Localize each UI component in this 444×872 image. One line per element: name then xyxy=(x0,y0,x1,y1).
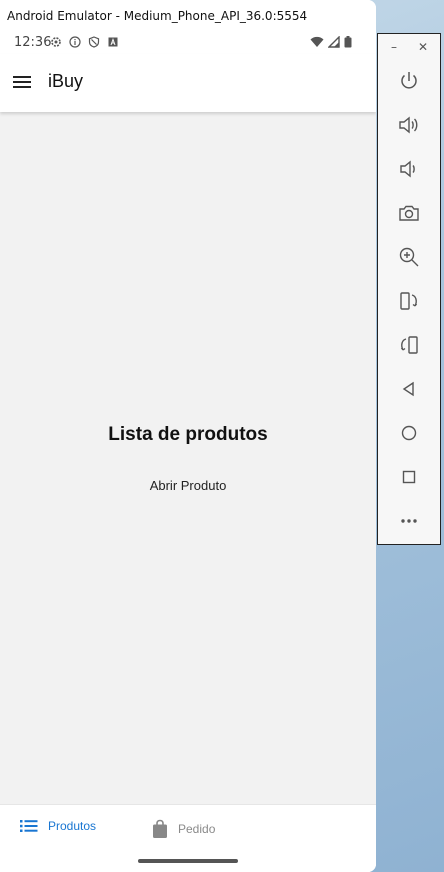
gesture-home-indicator[interactable] xyxy=(138,859,238,863)
status-bar: 12:36 xyxy=(0,32,376,54)
close-button[interactable]: ✕ xyxy=(418,40,428,54)
volume-up-icon[interactable] xyxy=(394,110,424,140)
zoom-in-icon[interactable] xyxy=(394,242,424,272)
font-icon xyxy=(107,36,119,48)
app-bar: iBuy xyxy=(0,54,376,112)
nav-label-pedido: Pedido xyxy=(178,822,216,836)
open-product-button[interactable]: Abrir Produto xyxy=(138,476,238,495)
status-icons-right xyxy=(310,36,352,48)
emulator-window: Android Emulator - Medium_Phone_API_36.0… xyxy=(0,0,376,872)
shopping-bag-icon xyxy=(152,819,168,839)
back-icon[interactable] xyxy=(394,374,424,404)
power-icon[interactable] xyxy=(394,66,424,96)
info-icon xyxy=(69,36,81,48)
shield-icon xyxy=(88,36,100,48)
status-time: 12:36 xyxy=(14,35,52,50)
hamburger-menu-icon[interactable] xyxy=(12,72,32,92)
emulator-side-toolbar: – ✕ xyxy=(377,33,441,545)
nav-item-pedido[interactable]: Pedido xyxy=(152,819,215,839)
nav-item-produtos[interactable]: Produtos xyxy=(20,819,96,833)
page-title: Lista de produtos xyxy=(108,424,268,445)
bottom-navigation: Produtos Pedido xyxy=(0,804,376,872)
app-title: iBuy xyxy=(48,71,84,91)
volume-down-icon[interactable] xyxy=(394,154,424,184)
status-icons-left xyxy=(50,36,119,48)
list-icon xyxy=(20,819,38,833)
home-icon[interactable] xyxy=(394,418,424,448)
battery-icon xyxy=(344,36,352,48)
toolbar-window-controls: – ✕ xyxy=(378,40,440,56)
more-icon[interactable] xyxy=(394,506,424,536)
wifi-icon xyxy=(310,36,324,48)
settings-icon xyxy=(50,36,62,48)
overview-icon[interactable] xyxy=(394,462,424,492)
window-title: Android Emulator - Medium_Phone_API_36.0… xyxy=(0,0,376,32)
phone-screen: 12:36 iBuy Lista de produtos Abrir Produ… xyxy=(0,32,376,872)
camera-icon[interactable] xyxy=(394,198,424,228)
signal-icon xyxy=(328,36,340,48)
nav-label-produtos: Produtos xyxy=(48,819,97,833)
rotate-right-icon[interactable] xyxy=(394,330,424,360)
minimize-button[interactable]: – xyxy=(391,40,397,54)
rotate-left-icon[interactable] xyxy=(394,286,424,316)
